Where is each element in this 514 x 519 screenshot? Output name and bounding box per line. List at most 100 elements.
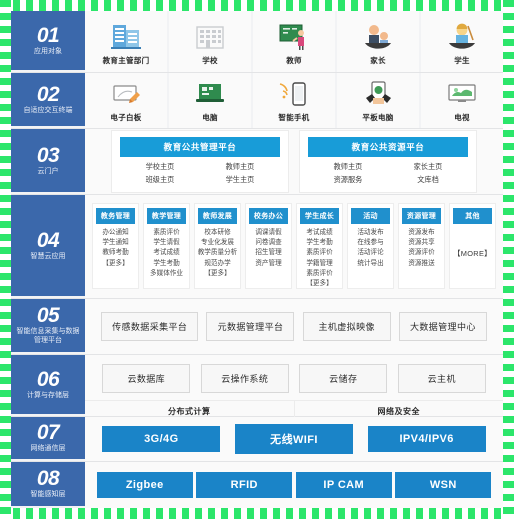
portal-link[interactable]: 学校主页	[120, 162, 200, 172]
app-item[interactable]: 活动发布	[350, 228, 391, 238]
terminal-item-smartphone[interactable]: 智能手机	[253, 73, 337, 128]
layer-number: 06	[36, 367, 60, 391]
portal-link[interactable]: 学生主页	[200, 175, 280, 185]
app-column-title: 校务办公	[249, 208, 288, 224]
layer-caption: 智能信息采集与数据管理平台	[16, 328, 80, 344]
app-item[interactable]: 招生管理	[248, 248, 289, 258]
terminal-item-whiteboard[interactable]: 电子白板	[85, 73, 169, 128]
app-item[interactable]: 资产管理	[248, 259, 289, 269]
sensing-tag[interactable]: IP CAM	[295, 472, 392, 498]
audience-item-teacher[interactable]: 教师	[253, 11, 337, 72]
app-item[interactable]: 素质评价	[299, 269, 340, 279]
portal-card-management[interactable]: 教育公共管理平台 学校主页 教师主页 班级主页 学生主页	[111, 130, 289, 193]
app-item[interactable]: 专业化发展	[197, 238, 238, 248]
app-item[interactable]: 学生考勤	[299, 238, 340, 248]
cloud-pill[interactable]: 云操作系统	[200, 364, 289, 393]
layer-caption: 应用对象	[34, 47, 62, 55]
terminal-item-tablet[interactable]: 平板电脑	[337, 73, 421, 128]
layer-number: 02	[36, 82, 60, 106]
portal-link[interactable]: 文库档	[388, 175, 468, 185]
cloud-pill[interactable]: 云储存	[299, 364, 388, 393]
app-item[interactable]: 资源评价	[401, 248, 442, 258]
app-item[interactable]: 统计导出	[350, 259, 391, 269]
layer-rail-02: 02 自适应交互终端	[11, 73, 85, 128]
whiteboard-icon	[110, 77, 142, 108]
app-item[interactable]: 学生通知	[95, 238, 136, 248]
network-tag[interactable]: 无线WIFI	[234, 424, 353, 454]
app-item[interactable]: 在线参与	[350, 238, 391, 248]
layer-caption: 云门户	[37, 167, 59, 175]
layer-caption: 智能感知层	[30, 491, 66, 499]
terminal-item-television[interactable]: 电视	[421, 73, 503, 128]
portal-title: 教育公共资源平台	[308, 137, 468, 157]
app-item[interactable]: 素质评价	[146, 228, 187, 238]
network-tag[interactable]: IPV4/IPV6	[367, 426, 486, 452]
platform-pill[interactable]: 元数据管理平台	[206, 312, 295, 341]
layer-number: 04	[36, 228, 60, 252]
app-column-resource-management[interactable]: 资源管理 资源发布 资源共享 资源评价 资源推送	[398, 203, 445, 289]
app-column-academic-affairs[interactable]: 教务管理 办公通知 学生通知 教师考勤 【更多】	[92, 203, 139, 289]
smartphone-icon	[278, 77, 310, 108]
app-column-activity[interactable]: 活动 活动发布 在线参与 活动评论 统计导出	[347, 203, 394, 289]
app-column-title: 其他	[453, 208, 492, 224]
terminal-item-computer[interactable]: 电脑	[169, 73, 253, 128]
app-column-other[interactable]: 其他 【MORE】	[449, 203, 496, 289]
app-item[interactable]: 教学质量分析	[197, 248, 238, 258]
terminal-label: 平板电脑	[362, 113, 394, 122]
app-item[interactable]: 资源发布	[401, 228, 442, 238]
government-building-icon	[109, 17, 143, 51]
layer-rail-04: 04 智慧云应用	[11, 195, 85, 298]
portal-link[interactable]: 资源服务	[308, 175, 388, 185]
app-item[interactable]: 考试成绩	[146, 248, 187, 258]
platform-pill[interactable]: 主机虚拟映像	[302, 312, 391, 341]
app-column-title: 教师发展	[198, 208, 237, 224]
portal-link[interactable]: 班级主页	[120, 175, 200, 185]
app-column-school-office[interactable]: 校务办公 调课请假 问卷调查 招生管理 资产管理	[245, 203, 292, 289]
layer-content-06: 云数据库 云操作系统 云储存 云主机 分布式计算 网络及安全	[85, 355, 503, 423]
portal-link[interactable]: 教师主页	[200, 162, 280, 172]
app-item[interactable]: 活动评论	[350, 248, 391, 258]
student-icon	[445, 17, 479, 51]
app-item[interactable]: 学籍管理	[299, 259, 340, 269]
app-item[interactable]: 资源共享	[401, 238, 442, 248]
layer-number: 08	[36, 467, 60, 491]
audience-item-parent[interactable]: 家长	[337, 11, 421, 72]
app-item[interactable]: 教师考勤	[95, 248, 136, 258]
network-tag[interactable]: 3G/4G	[102, 426, 221, 452]
app-item[interactable]: 校本研修	[197, 228, 238, 238]
app-item-more[interactable]: 【更多】	[95, 259, 136, 269]
app-item-more[interactable]: 【更多】	[299, 279, 340, 289]
audience-item-student[interactable]: 学生	[421, 11, 503, 72]
portal-link[interactable]: 教师主页	[308, 162, 388, 172]
app-column-teacher-development[interactable]: 教师发展 校本研修 专业化发展 教学质量分析 规范办学 【更多】	[194, 203, 241, 289]
cloud-pill[interactable]: 云数据库	[102, 364, 191, 393]
app-item[interactable]: 考试成绩	[299, 228, 340, 238]
app-more-link[interactable]: 【MORE】	[453, 224, 492, 283]
audience-item-school[interactable]: 学校	[169, 11, 253, 72]
app-item-more[interactable]: 【更多】	[197, 269, 238, 279]
sensing-tag[interactable]: RFID	[196, 472, 293, 498]
app-item[interactable]: 调课请假	[248, 228, 289, 238]
app-item[interactable]: 素质评价	[299, 248, 340, 258]
layer-row-05: 05 智能信息采集与数据管理平台 传感数据采集平台 元数据管理平台 主机虚拟映像…	[11, 299, 503, 355]
portal-link[interactable]: 家长主页	[388, 162, 468, 172]
platform-pill[interactable]: 传感数据采集平台	[101, 312, 199, 341]
app-column-student-growth[interactable]: 学生成长 考试成绩 学生考勤 素质评价 学籍管理 素质评价 【更多】	[296, 203, 343, 289]
app-item[interactable]: 问卷调查	[248, 238, 289, 248]
platform-pill[interactable]: 大数据管理中心	[398, 312, 487, 341]
app-item[interactable]: 办公通知	[95, 228, 136, 238]
app-column-teaching-management[interactable]: 教学管理 素质评价 学生请假 考试成绩 学生考勤 多媒体作业	[143, 203, 190, 289]
smart-education-architecture-diagram: 01 应用对象 教育主管部门 学校 教师 家长 学生 02 自适应交互终端 电子…	[0, 0, 514, 519]
layer-content-04: 教务管理 办公通知 学生通知 教师考勤 【更多】 教学管理 素质评价 学生请假	[85, 195, 503, 298]
sensing-tag[interactable]: Zigbee	[96, 472, 193, 498]
audience-item-education-authority[interactable]: 教育主管部门	[85, 11, 169, 72]
layer-content-07: 3G/4G 无线WIFI IPV4/IPV6	[85, 417, 503, 461]
cloud-pill[interactable]: 云主机	[397, 364, 486, 393]
app-item[interactable]: 学生请假	[146, 238, 187, 248]
sensing-tag[interactable]: WSN	[395, 472, 492, 498]
app-item[interactable]: 学生考勤	[146, 259, 187, 269]
app-item[interactable]: 多媒体作业	[146, 269, 187, 279]
app-item[interactable]: 资源推送	[401, 259, 442, 269]
app-item[interactable]: 规范办学	[197, 259, 238, 269]
portal-card-resource[interactable]: 教育公共资源平台 教师主页 家长主页 资源服务 文库档	[299, 130, 477, 193]
